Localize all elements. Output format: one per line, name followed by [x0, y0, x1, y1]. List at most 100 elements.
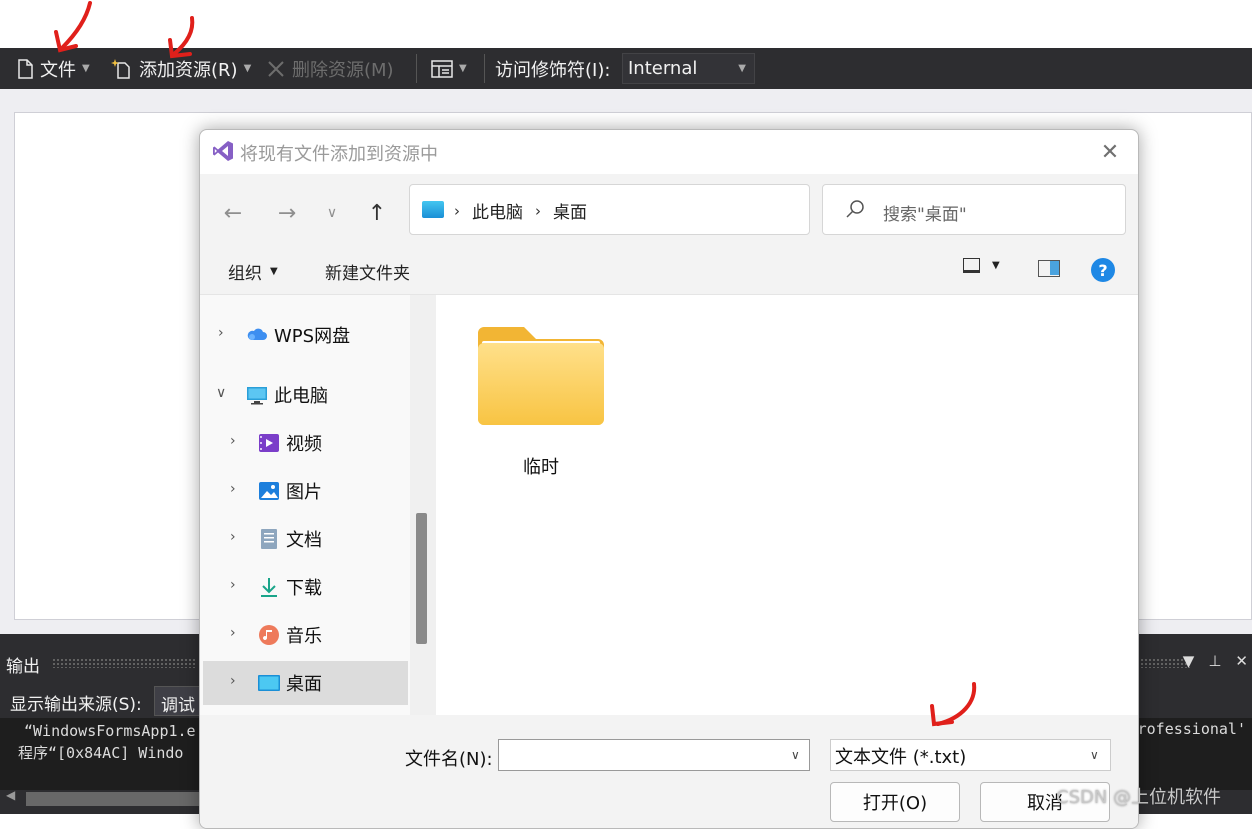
access-modifier-select[interactable]: Internal ▼ — [622, 53, 755, 84]
recent-locations-button[interactable]: ∨ — [317, 198, 347, 228]
navigation-bar: ← → ∨ ↑ › 此电脑 › 桌面 ∨ ↻ 搜索"桌面" — [200, 174, 1138, 247]
chevron-down-icon[interactable]: ∨ — [791, 748, 800, 762]
filename-input[interactable] — [498, 739, 810, 771]
chevron-right-icon: › — [230, 577, 236, 593]
panel-grip — [52, 658, 197, 668]
preview-pane-icon[interactable] — [1038, 260, 1060, 277]
dialog-title: 将现有文件添加到资源中 — [240, 144, 438, 165]
folder-name: 临时 — [523, 457, 559, 478]
computer-icon — [247, 387, 267, 405]
scroll-left-arrow-icon[interactable]: ◀ — [6, 788, 15, 802]
output-panel-controls: ▼ ⊥ ✕ — [1183, 652, 1248, 670]
chevron-right-icon: › — [230, 433, 236, 449]
chevron-down-icon: ▼ — [82, 63, 90, 74]
view-mode-button[interactable]: ▼ — [431, 48, 467, 89]
chevron-right-icon: › — [230, 625, 236, 641]
command-bar: 组织 ▼ 新建文件夹 ▼ ? — [200, 247, 1138, 295]
delete-icon — [268, 60, 284, 77]
back-button[interactable]: ← — [218, 198, 248, 228]
chevron-down-icon: ▼ — [738, 63, 746, 74]
tree-item-label: 此电脑 — [274, 386, 328, 407]
add-resource-icon — [111, 58, 130, 79]
pin-icon[interactable]: ⊥ — [1208, 652, 1221, 670]
chevron-down-icon: ∨ — [216, 385, 227, 401]
access-modifier-label: 访问修饰符(I): — [495, 48, 610, 89]
file-icon — [18, 58, 33, 79]
tree-item-label: 下载 — [286, 578, 322, 599]
filetype-value: 文本文件 (*.txt) — [835, 747, 967, 768]
remove-resource-button[interactable]: 删除资源(M) — [266, 48, 394, 89]
add-existing-file-dialog: 将现有文件添加到资源中 ✕ ← → ∨ ↑ › 此电脑 › 桌面 ∨ ↻ 搜索"… — [199, 129, 1139, 829]
tree-item-downloads[interactable]: › 下载 — [200, 565, 410, 609]
grid-view-icon — [431, 59, 453, 78]
breadcrumb: › 此电脑 › 桌面 — [454, 198, 587, 224]
filetype-select[interactable]: 文本文件 (*.txt) — [830, 739, 1111, 771]
annotation-arrow-icon — [54, 1, 92, 53]
close-button[interactable]: ✕ — [1096, 138, 1124, 166]
chevron-down-icon: ▼ — [270, 266, 278, 277]
arrow-up-icon: ↑ — [367, 200, 387, 226]
search-input[interactable]: 搜索"桌面" — [883, 200, 967, 225]
toolbar-divider — [416, 54, 417, 83]
scrollbar-thumb[interactable] — [26, 792, 201, 806]
remove-resource-label: 删除资源(M) — [292, 59, 394, 81]
desktop-icon — [422, 201, 444, 218]
new-folder-button[interactable]: 新建文件夹 — [325, 259, 410, 284]
tree-item-documents[interactable]: › 文档 — [200, 517, 410, 561]
search-box[interactable]: 搜索"桌面" — [822, 184, 1126, 235]
arrow-right-icon: → — [277, 200, 297, 226]
tree-item-pictures[interactable]: › 图片 — [200, 469, 410, 513]
forward-button[interactable]: → — [272, 198, 302, 228]
address-bar[interactable]: › 此电脑 › 桌面 ∨ ↻ — [409, 184, 997, 235]
organize-button[interactable]: 组织 ▼ — [228, 259, 278, 284]
breadcrumb-item[interactable]: 此电脑 — [472, 198, 523, 223]
tree-scrollbar[interactable] — [410, 295, 436, 715]
close-icon[interactable]: ✕ — [1235, 652, 1248, 670]
output-panel-title: 输出 — [6, 657, 40, 677]
tree-item-videos[interactable]: › 视频 — [200, 421, 410, 465]
chevron-right-icon: › — [535, 201, 541, 220]
up-button[interactable]: ↑ — [362, 198, 392, 228]
dialog-footer: 文件名(N): ∨ 文本文件 (*.txt) ∨ 打开(O) 取消 — [200, 715, 1138, 828]
music-icon — [259, 625, 279, 645]
download-icon — [261, 578, 277, 597]
close-icon: ✕ — [1100, 139, 1120, 165]
chevron-down-icon: ▼ — [459, 63, 467, 74]
tree-item-desktop[interactable]: › 桌面 — [203, 661, 408, 705]
help-button[interactable]: ? — [1091, 258, 1115, 282]
chevron-right-icon: › — [230, 481, 236, 497]
navigation-tree: › WPS网盘 ∨ 此电脑 › 视频 › 图片 › 文档 › 下载 › 音乐 ›… — [200, 295, 410, 715]
open-button[interactable]: 打开(O) — [830, 782, 960, 822]
chevron-down-icon: ▼ — [243, 63, 252, 74]
desktop-icon — [258, 675, 280, 691]
output-line-fragment: Professional' — [1128, 720, 1246, 738]
tree-item-label: 文档 — [286, 530, 322, 551]
tree-item-label: 视频 — [286, 434, 322, 455]
chevron-right-icon: › — [230, 673, 236, 689]
filename-label: 文件名(N): — [405, 749, 493, 770]
scrollbar-thumb[interactable] — [416, 513, 427, 644]
toolbar-divider — [484, 54, 485, 83]
chevron-down-icon: ▼ — [992, 260, 1000, 271]
change-view-button[interactable]: ▼ — [963, 258, 1000, 273]
tree-item-this-pc[interactable]: ∨ 此电脑 — [200, 373, 410, 417]
documents-icon — [261, 529, 277, 549]
video-icon — [259, 434, 279, 452]
visual-studio-icon — [213, 141, 233, 161]
tree-item-music[interactable]: › 音乐 — [200, 613, 410, 657]
folder-item[interactable]: 临时 — [476, 325, 606, 478]
help-icon: ? — [1098, 260, 1108, 280]
breadcrumb-item[interactable]: 桌面 — [553, 198, 587, 223]
tree-item-label: 音乐 — [286, 626, 322, 647]
chevron-down-icon: ∨ — [326, 205, 338, 221]
view-icon — [963, 258, 980, 273]
watermark: CSDN @上位机软件 — [1056, 787, 1222, 808]
chevron-right-icon: › — [218, 325, 224, 341]
tree-item-wps-cloud[interactable]: › WPS网盘 — [200, 313, 410, 357]
arrow-left-icon: ← — [223, 200, 243, 226]
chevron-right-icon: › — [454, 201, 460, 220]
pictures-icon — [259, 482, 279, 500]
chevron-down-icon[interactable]: ∨ — [1090, 748, 1099, 762]
panel-menu-icon[interactable]: ▼ — [1183, 652, 1195, 670]
organize-label: 组织 — [228, 264, 262, 284]
